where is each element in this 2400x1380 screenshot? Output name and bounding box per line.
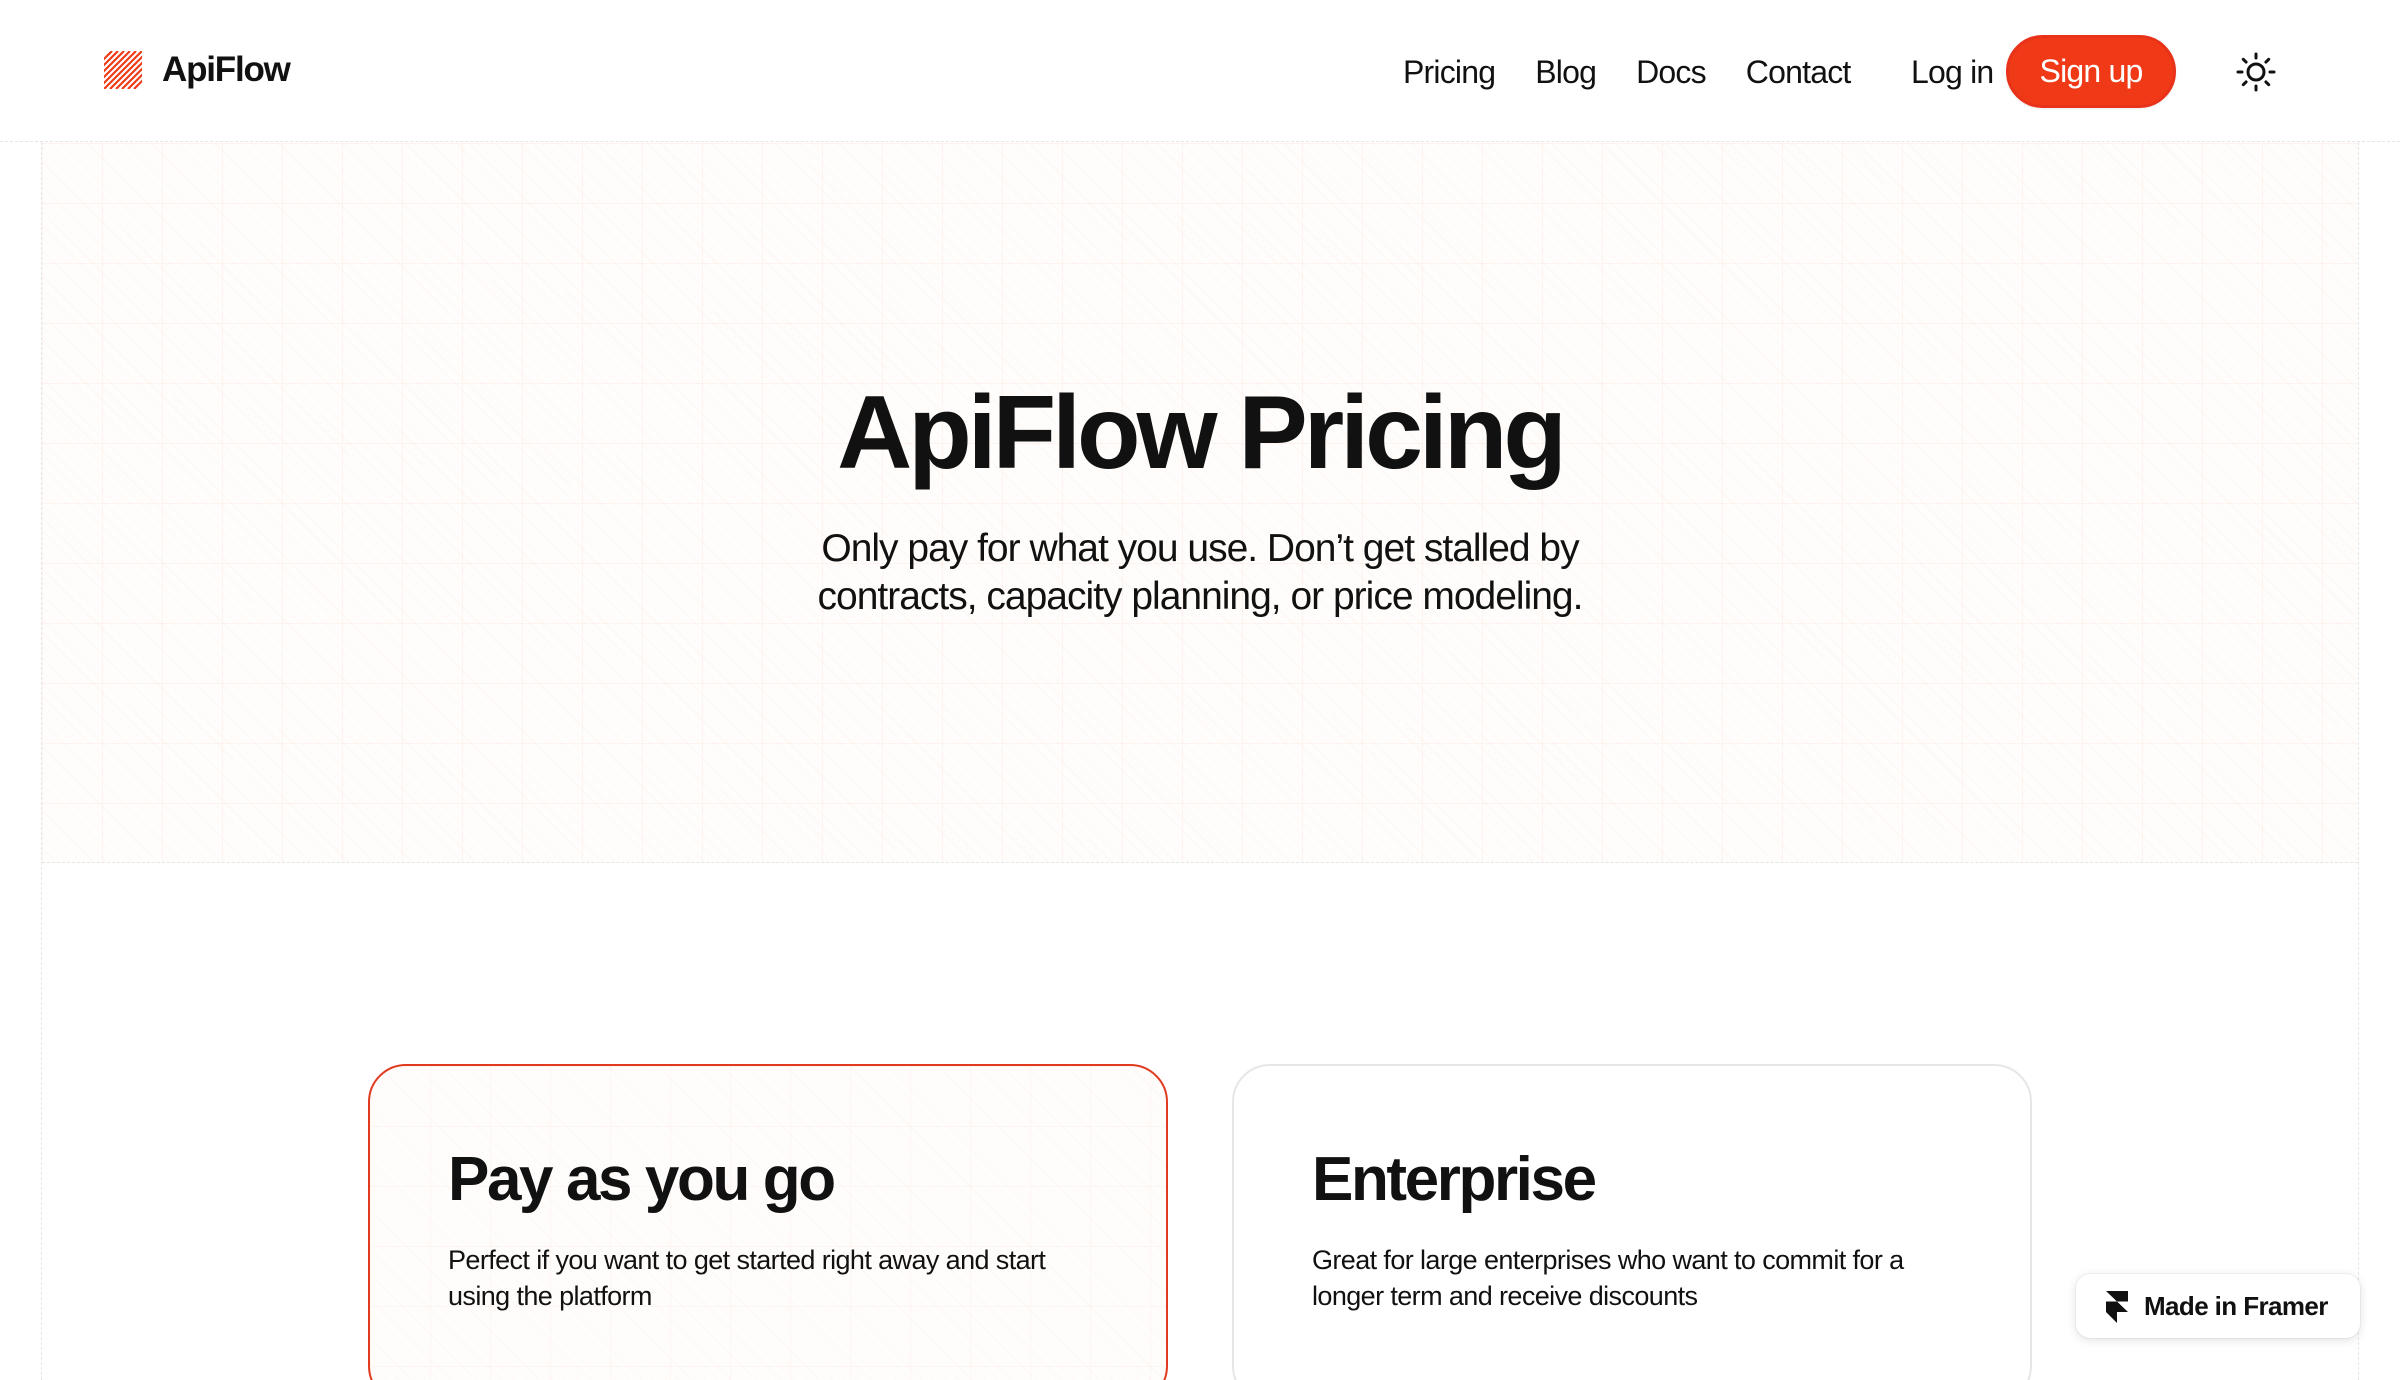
hero-subtitle: Only pay for what you use. Don’t get sta…	[42, 525, 2358, 621]
hero-section: ApiFlow Pricing Only pay for what you us…	[42, 143, 2358, 863]
hero-subtitle-line-1: Only pay for what you use. Don’t get sta…	[821, 527, 1579, 570]
plan-card-pay-as-you-go: Pay as you go Perfect if you want to get…	[368, 1064, 1168, 1380]
main-nav: Pricing Blog Docs Contact	[1403, 50, 1851, 94]
plan-description: Great for large enterprises who want to …	[1312, 1245, 1904, 1311]
nav-link-blog[interactable]: Blog	[1535, 50, 1597, 94]
nav-link-pricing[interactable]: Pricing	[1403, 50, 1496, 94]
page-title: ApiFlow Pricing	[837, 375, 1567, 491]
plan-description: Perfect if you want to get started right…	[448, 1245, 1046, 1311]
frame-line-right	[2358, 142, 2359, 1380]
made-in-framer-badge[interactable]: Made in Framer	[2076, 1274, 2360, 1338]
nav-link-contact[interactable]: Contact	[1746, 50, 1851, 94]
signup-button[interactable]: Sign up	[2006, 35, 2176, 108]
diagonal-stripes-logo-icon	[104, 51, 142, 89]
pricing-page: ApiFlow Pricing Blog Docs Contact Log in…	[0, 0, 2400, 1380]
login-link[interactable]: Log in	[1911, 50, 1994, 94]
plan-title: Enterprise	[1312, 1145, 1597, 1214]
plan-card-enterprise: Enterprise Great for large enterprises w…	[1232, 1064, 2032, 1380]
hero-subtitle-line-2: contracts, capacity planning, or price m…	[817, 575, 1584, 618]
made-in-framer-label: Made in Framer	[2144, 1291, 2328, 1321]
site-header: ApiFlow Pricing Blog Docs Contact Log in…	[0, 0, 2400, 142]
plan-title: Pay as you go	[448, 1145, 836, 1214]
framer-icon	[2106, 1291, 2128, 1323]
nav-link-docs[interactable]: Docs	[1636, 50, 1707, 94]
brand-name: ApiFlow	[162, 50, 291, 89]
sun-icon[interactable]	[2236, 52, 2276, 92]
brand-home-link[interactable]: ApiFlow	[104, 50, 291, 90]
